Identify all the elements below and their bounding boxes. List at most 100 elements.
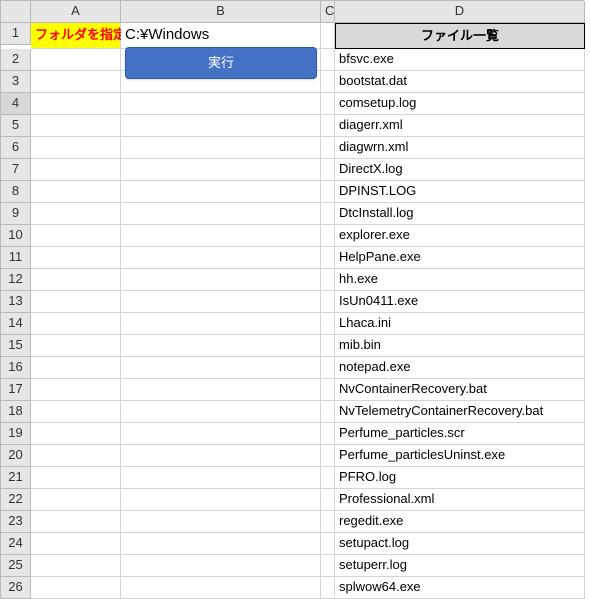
file-list-item[interactable]: PFRO.log xyxy=(335,467,585,489)
cell-B25[interactable] xyxy=(121,555,321,577)
cell-C19[interactable] xyxy=(321,423,335,445)
cell-C5[interactable] xyxy=(321,115,335,137)
col-header-A[interactable]: A xyxy=(31,1,121,23)
cell-C20[interactable] xyxy=(321,445,335,467)
cell-B7[interactable] xyxy=(121,159,321,181)
row-header-10[interactable]: 10 xyxy=(1,225,31,247)
row-header-26[interactable]: 26 xyxy=(1,577,31,599)
row-header-8[interactable]: 8 xyxy=(1,181,31,203)
cell-B12[interactable] xyxy=(121,269,321,291)
row-header-12[interactable]: 12 xyxy=(1,269,31,291)
file-list-item[interactable]: setupact.log xyxy=(335,533,585,555)
cell-B11[interactable] xyxy=(121,247,321,269)
file-list-item[interactable]: NvContainerRecovery.bat xyxy=(335,379,585,401)
cell-C25[interactable] xyxy=(321,555,335,577)
cell-C10[interactable] xyxy=(321,225,335,247)
cell-A13[interactable] xyxy=(31,291,121,313)
cell-C12[interactable] xyxy=(321,269,335,291)
cell-A5[interactable] xyxy=(31,115,121,137)
cell-A21[interactable] xyxy=(31,467,121,489)
file-list-item[interactable]: DirectX.log xyxy=(335,159,585,181)
cell-A25[interactable] xyxy=(31,555,121,577)
cell-C14[interactable] xyxy=(321,313,335,335)
cell-A16[interactable] xyxy=(31,357,121,379)
cell-B13[interactable] xyxy=(121,291,321,313)
file-list-item[interactable]: Perfume_particles.scr xyxy=(335,423,585,445)
row-header-5[interactable]: 5 xyxy=(1,115,31,137)
file-list-item[interactable]: regedit.exe xyxy=(335,511,585,533)
cell-C11[interactable] xyxy=(321,247,335,269)
cell-A11[interactable] xyxy=(31,247,121,269)
cell-A12[interactable] xyxy=(31,269,121,291)
cell-A6[interactable] xyxy=(31,137,121,159)
cell-A4[interactable] xyxy=(31,93,121,115)
row-header-20[interactable]: 20 xyxy=(1,445,31,467)
cell-C26[interactable] xyxy=(321,577,335,599)
file-list-item[interactable]: Lhaca.ini xyxy=(335,313,585,335)
cell-B2[interactable]: 実行 xyxy=(121,49,321,71)
cell-C6[interactable] xyxy=(321,137,335,159)
cell-B4[interactable] xyxy=(121,93,321,115)
row-header-9[interactable]: 9 xyxy=(1,203,31,225)
file-list-item[interactable]: Professional.xml xyxy=(335,489,585,511)
file-list-item[interactable]: DPINST.LOG xyxy=(335,181,585,203)
row-header-17[interactable]: 17 xyxy=(1,379,31,401)
cell-B6[interactable] xyxy=(121,137,321,159)
row-header-21[interactable]: 21 xyxy=(1,467,31,489)
select-all-corner[interactable] xyxy=(1,1,31,23)
cell-B16[interactable] xyxy=(121,357,321,379)
file-list-item[interactable]: bootstat.dat xyxy=(335,71,585,93)
row-header-2[interactable]: 2 xyxy=(1,49,31,71)
cell-B8[interactable] xyxy=(121,181,321,203)
execute-button[interactable]: 実行 xyxy=(125,47,317,79)
row-header-6[interactable]: 6 xyxy=(1,137,31,159)
cell-B21[interactable] xyxy=(121,467,321,489)
cell-C16[interactable] xyxy=(321,357,335,379)
cell-C22[interactable] xyxy=(321,489,335,511)
file-list-item[interactable]: splwow64.exe xyxy=(335,577,585,599)
file-list-item[interactable]: IsUn0411.exe xyxy=(335,291,585,313)
folder-path-input[interactable]: C:¥Windows xyxy=(121,23,321,49)
cell-A23[interactable] xyxy=(31,511,121,533)
cell-C4[interactable] xyxy=(321,93,335,115)
cell-A19[interactable] xyxy=(31,423,121,445)
cell-A2[interactable] xyxy=(31,49,121,71)
row-header-18[interactable]: 18 xyxy=(1,401,31,423)
cell-B18[interactable] xyxy=(121,401,321,423)
row-header-4[interactable]: 4 xyxy=(1,93,31,115)
cell-C24[interactable] xyxy=(321,533,335,555)
cell-B17[interactable] xyxy=(121,379,321,401)
cell-B15[interactable] xyxy=(121,335,321,357)
cell-C17[interactable] xyxy=(321,379,335,401)
cell-A26[interactable] xyxy=(31,577,121,599)
col-header-D[interactable]: D xyxy=(335,1,585,23)
cell-B24[interactable] xyxy=(121,533,321,555)
file-list-item[interactable]: bfsvc.exe xyxy=(335,49,585,71)
cell-B22[interactable] xyxy=(121,489,321,511)
row-header-23[interactable]: 23 xyxy=(1,511,31,533)
cell-C1[interactable] xyxy=(321,23,335,49)
cell-A9[interactable] xyxy=(31,203,121,225)
row-header-16[interactable]: 16 xyxy=(1,357,31,379)
cell-C23[interactable] xyxy=(321,511,335,533)
file-list-item[interactable]: comsetup.log xyxy=(335,93,585,115)
cell-C13[interactable] xyxy=(321,291,335,313)
cell-B14[interactable] xyxy=(121,313,321,335)
cell-B9[interactable] xyxy=(121,203,321,225)
row-header-22[interactable]: 22 xyxy=(1,489,31,511)
cell-C15[interactable] xyxy=(321,335,335,357)
cell-C21[interactable] xyxy=(321,467,335,489)
row-header-19[interactable]: 19 xyxy=(1,423,31,445)
cell-B10[interactable] xyxy=(121,225,321,247)
cell-A14[interactable] xyxy=(31,313,121,335)
cell-A20[interactable] xyxy=(31,445,121,467)
file-list-item[interactable]: HelpPane.exe xyxy=(335,247,585,269)
cell-B19[interactable] xyxy=(121,423,321,445)
cell-B5[interactable] xyxy=(121,115,321,137)
row-header-25[interactable]: 25 xyxy=(1,555,31,577)
file-list-item[interactable]: mib.bin xyxy=(335,335,585,357)
row-header-24[interactable]: 24 xyxy=(1,533,31,555)
cell-A22[interactable] xyxy=(31,489,121,511)
file-list-item[interactable]: NvTelemetryContainerRecovery.bat xyxy=(335,401,585,423)
cell-A17[interactable] xyxy=(31,379,121,401)
